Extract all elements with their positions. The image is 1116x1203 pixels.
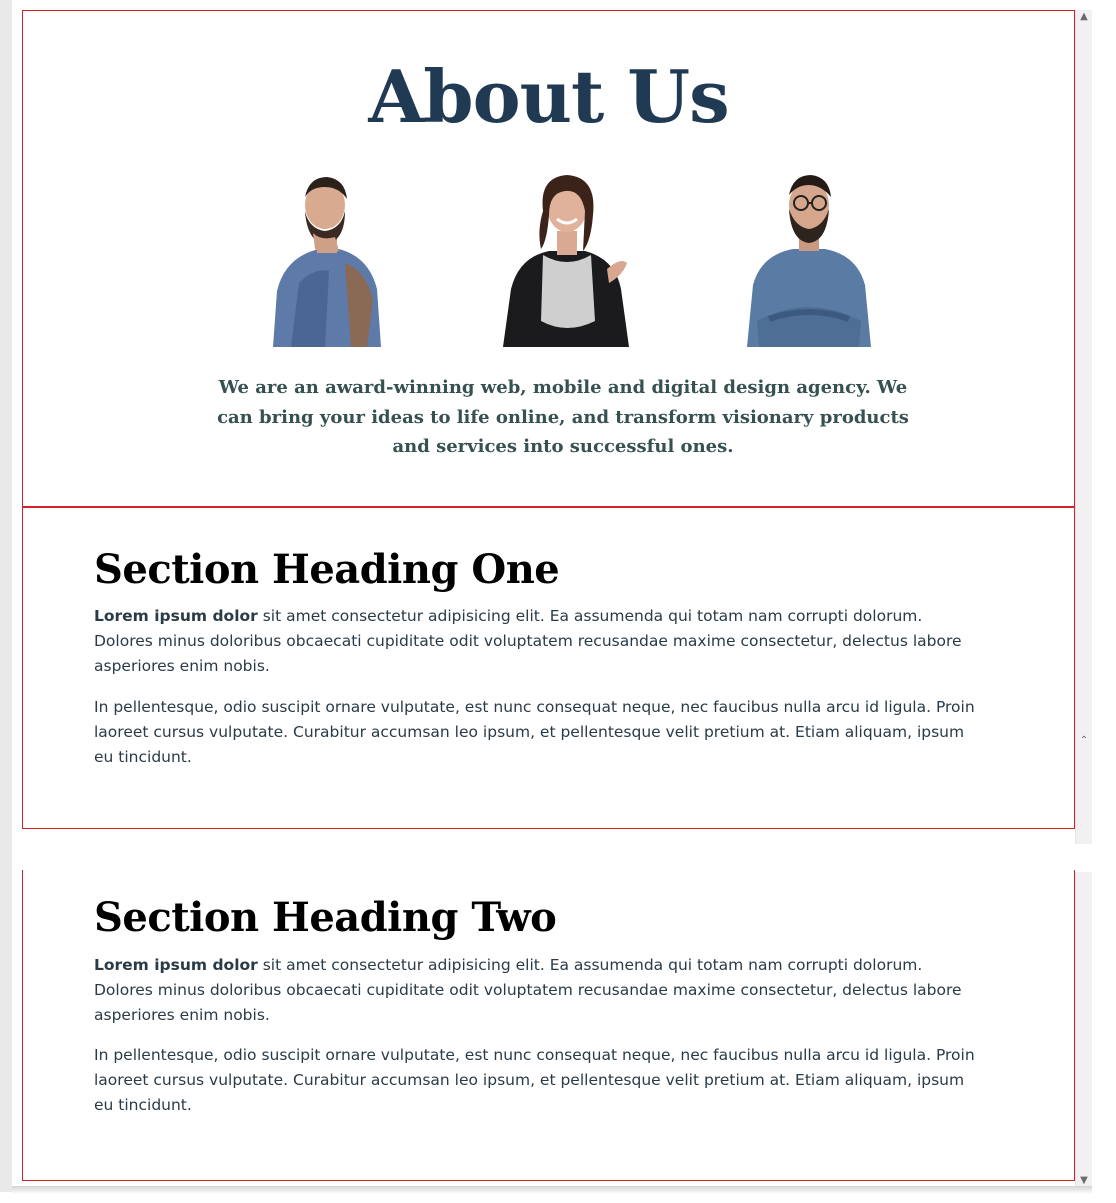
person-image bbox=[747, 175, 871, 347]
window-bottom-shadow bbox=[12, 1186, 1092, 1194]
chevron-up-icon[interactable]: ⌃ bbox=[1076, 734, 1092, 748]
team-photo-woman bbox=[497, 171, 637, 347]
chevron-up-icon[interactable]: ▲ bbox=[1076, 10, 1092, 24]
section-paragraph-2: In pellentesque, odio suscipit ornare vu… bbox=[94, 1046, 975, 1114]
person-image bbox=[273, 177, 381, 347]
lead-bold: Lorem ipsum dolor bbox=[94, 607, 258, 625]
page-title: About Us bbox=[368, 54, 729, 139]
section-heading: Section Heading Two bbox=[94, 894, 557, 941]
viewport-gap bbox=[12, 844, 1116, 872]
lead-bold: Lorem ipsum dolor bbox=[94, 956, 258, 974]
scrollbar-bottom[interactable]: ▼ bbox=[1075, 872, 1092, 1190]
about-hero: About Us We are an award-winning web, mo… bbox=[22, 10, 1075, 508]
team-photo-bearded-man bbox=[255, 171, 395, 347]
section-paragraph-1: Lorem ipsum dolor sit amet consectetur a… bbox=[94, 953, 984, 1028]
team-photos bbox=[23, 171, 1074, 349]
page-viewport-bottom: Section Heading Two Lorem ipsum dolor si… bbox=[22, 870, 1075, 1190]
section-one: Section Heading One Lorem ipsum dolor si… bbox=[22, 506, 1075, 829]
team-photo-man-glasses bbox=[739, 171, 879, 347]
section-two: Section Heading Two Lorem ipsum dolor si… bbox=[22, 870, 1075, 1181]
section-paragraph-2: In pellentesque, odio suscipit ornare vu… bbox=[94, 698, 975, 766]
section-heading: Section Heading One bbox=[94, 546, 560, 593]
page-viewport-top: About Us We are an award-winning web, mo… bbox=[22, 10, 1075, 844]
section-paragraph-1: Lorem ipsum dolor sit amet consectetur a… bbox=[94, 604, 984, 679]
intro-text: We are an award-winning web, mobile and … bbox=[217, 377, 909, 457]
person-image bbox=[503, 175, 629, 347]
scrollbar-top[interactable]: ▲ ⌃ bbox=[1075, 10, 1092, 844]
window-left-gutter bbox=[0, 0, 12, 1192]
